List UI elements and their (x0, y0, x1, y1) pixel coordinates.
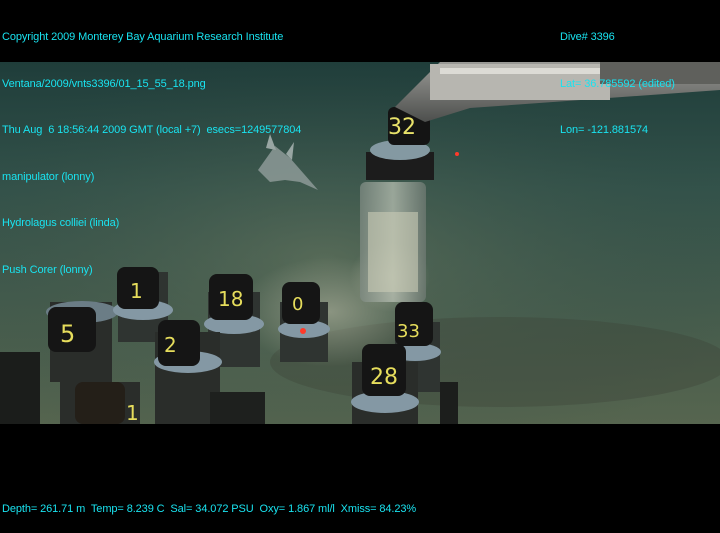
image-path-line: Ventana/2009/vnts3396/01_15_55_18.png (2, 77, 206, 90)
core-label: 0 (292, 294, 303, 315)
core-label: 2 (164, 333, 177, 357)
longitude: Lon= -121.881574 (560, 124, 649, 136)
core-label: 28 (370, 365, 398, 390)
sensor-line: Depth= 261.71 m Temp= 8.239 C Sal= 34.07… (2, 503, 417, 515)
latitude: Lat= 36.785592 (edited) (560, 77, 675, 90)
push-core-5: 5 (46, 301, 118, 382)
core-label: 32 (388, 115, 416, 140)
core-label: 33 (397, 321, 420, 342)
overlay-sensor-readout: Depth= 261.71 m Temp= 8.239 C Sal= 34.07… (2, 471, 416, 533)
overlay-metadata-left: Copyright 2009 Monterey Bay Aquarium Res… (2, 0, 301, 294)
overlay-metadata-right: Dive# 3396 Lat= 36.785592 (edited) Lon= … (560, 0, 675, 154)
annotation-push-corer: Push Corer (lonny) (2, 263, 93, 276)
annotation-manipulator: manipulator (lonny) (2, 170, 95, 183)
push-core-1b: 1 (60, 382, 140, 424)
timestamp-line: Thu Aug 6 18:56:44 2009 GMT (local +7) e… (2, 124, 302, 136)
core-label: 5 (60, 320, 75, 348)
core-label: 1 (126, 401, 139, 424)
copyright-line: Copyright 2009 Monterey Bay Aquarium Res… (2, 31, 284, 43)
annotation-ratfish: Hydrolagus colliei (linda) (2, 217, 120, 229)
dive-number: Dive# 3396 (560, 31, 615, 43)
